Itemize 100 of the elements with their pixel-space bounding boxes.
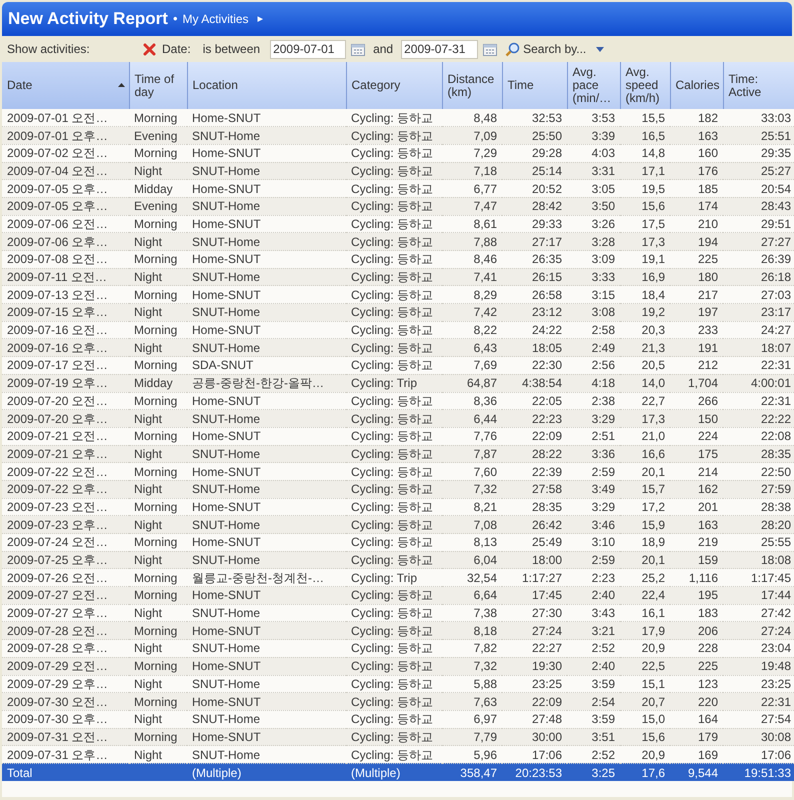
- column-header[interactable]: Category: [346, 62, 442, 109]
- date-cell: 2009-07-01 오후…: [2, 126, 129, 144]
- category-cell: Cycling: 등하교: [346, 338, 442, 357]
- speed-cell: 15,6: [620, 197, 670, 216]
- speed-cell: 16,5: [620, 126, 670, 144]
- pace-cell: 2:23: [567, 568, 620, 587]
- column-header[interactable]: Time: [502, 62, 567, 109]
- time-cell: 18:00: [502, 551, 567, 569]
- calories-cell: 159: [670, 551, 723, 569]
- column-header[interactable]: Date: [2, 62, 129, 109]
- location-cell: SNUT-Home: [187, 126, 346, 144]
- active-time-cell: 30:08: [723, 728, 794, 746]
- calories-cell: 162: [670, 480, 723, 498]
- distance-cell: 6,43: [442, 338, 502, 357]
- active-time-cell: 22:50: [723, 462, 794, 480]
- filter-label: Show activities:: [7, 41, 91, 58]
- calories-cell: 212: [670, 356, 723, 374]
- calories-cell: 163: [670, 126, 723, 144]
- column-header[interactable]: Calories: [670, 62, 723, 109]
- dropdown-caret-icon[interactable]: [596, 46, 604, 52]
- category-cell: Cycling: 등하교: [346, 356, 442, 374]
- column-header[interactable]: Time of day: [129, 62, 187, 109]
- breadcrumb-link[interactable]: My Activities: [182, 10, 249, 28]
- speed-cell: 19,2: [620, 304, 670, 322]
- location-cell: Home-SNUT: [187, 286, 346, 304]
- distance-cell: 6,64: [442, 586, 502, 604]
- total-value: 9,544: [688, 766, 718, 780]
- time-cell: 32:53: [502, 109, 567, 127]
- distance-cell: 7,69: [442, 356, 502, 374]
- speed-cell: 20,9: [620, 746, 670, 764]
- pace-cell: 2:51: [567, 427, 620, 446]
- distance-cell: 6,97: [442, 710, 502, 728]
- date-cell: 2009-07-29 오전…: [2, 657, 129, 675]
- column-header[interactable]: Time: Active: [723, 62, 794, 109]
- date-cell: 2009-07-19 오후…: [2, 374, 129, 392]
- speed-cell: 21,3: [620, 338, 670, 357]
- category-cell: Cycling: 등하교: [346, 232, 442, 250]
- calories-cell: 180: [670, 268, 723, 286]
- date-cell: 2009-07-21 오전…: [2, 427, 129, 446]
- calories-cell: 219: [670, 534, 723, 552]
- time-of-day-cell: Morning: [129, 427, 187, 446]
- calories-cell: 163: [670, 516, 723, 534]
- time-of-day-cell: Morning: [129, 356, 187, 374]
- column-header[interactable]: Avg. pace (min/…: [567, 62, 620, 109]
- category-cell: Cycling: Trip: [346, 374, 442, 392]
- category-cell: Cycling: 등하교: [346, 126, 442, 144]
- arrow-icon[interactable]: ▸: [258, 10, 264, 28]
- calories-cell: 160: [670, 144, 723, 162]
- total-value: 358,47: [460, 766, 497, 780]
- time-cell: 18:05: [502, 338, 567, 357]
- end-date-field[interactable]: 2009-07-31: [401, 40, 478, 58]
- calories-cell: 220: [670, 692, 723, 710]
- category-cell: Cycling: 등하교: [346, 657, 442, 675]
- location-cell: Home-SNUT: [187, 498, 346, 516]
- time-cell: 28:35: [502, 498, 567, 516]
- distance-cell: 7,88: [442, 232, 502, 250]
- location-cell: Home-SNUT: [187, 692, 346, 710]
- date-cell: 2009-07-20 오전…: [2, 392, 129, 410]
- time-of-day-cell: Evening: [129, 197, 187, 216]
- date-cell: 2009-07-05 오후…: [2, 197, 129, 216]
- remove-icon[interactable]: [143, 42, 156, 56]
- distance-cell: 8,36: [442, 392, 502, 410]
- time-cell: 27:30: [502, 604, 567, 622]
- column-header[interactable]: Location: [187, 62, 346, 109]
- location-cell: Home-SNUT: [187, 427, 346, 446]
- calories-cell: 225: [670, 657, 723, 675]
- date-cell: 2009-07-30 오전…: [2, 692, 129, 710]
- calendar-icon[interactable]: [351, 42, 366, 56]
- pace-cell: 3:39: [567, 126, 620, 144]
- active-time-cell: 27:27: [723, 232, 794, 250]
- and-label: and: [373, 41, 394, 58]
- location-cell: 공릉-중랑천-한강-올팍…: [187, 374, 346, 392]
- location-cell: SNUT-Home: [187, 304, 346, 322]
- calories-cell: 197: [670, 304, 723, 322]
- speed-cell: 25,2: [620, 568, 670, 587]
- column-header[interactable]: Distance (km): [442, 62, 502, 109]
- active-time-cell: 26:39: [723, 250, 794, 268]
- time-of-day-cell: Night: [129, 338, 187, 357]
- category-cell: Cycling: 등하교: [346, 746, 442, 764]
- calories-cell: 150: [670, 410, 723, 428]
- speed-cell: 20,9: [620, 640, 670, 658]
- speed-cell: 19,5: [620, 180, 670, 198]
- category-cell: Cycling: 등하교: [346, 215, 442, 233]
- time-cell: 27:48: [502, 710, 567, 728]
- search-by-button[interactable]: Search by...: [505, 40, 586, 58]
- distance-cell: 6,44: [442, 410, 502, 428]
- pace-cell: 2:38: [567, 392, 620, 410]
- calendar-icon[interactable]: [483, 42, 498, 56]
- column-header[interactable]: Avg. speed (km/h): [620, 62, 670, 109]
- date-cell: 2009-07-01 오전…: [2, 109, 129, 127]
- speed-cell: 17,5: [620, 215, 670, 233]
- distance-cell: 8,46: [442, 250, 502, 268]
- calories-cell: 224: [670, 427, 723, 446]
- category-cell: Cycling: 등하교: [346, 162, 442, 180]
- distance-cell: 8,18: [442, 622, 502, 640]
- distance-cell: 32,54: [442, 568, 502, 587]
- location-cell: SNUT-Home: [187, 710, 346, 728]
- start-date-field[interactable]: 2009-07-01: [270, 40, 346, 58]
- time-cell: 23:12: [502, 304, 567, 322]
- time-cell: 28:22: [502, 445, 567, 463]
